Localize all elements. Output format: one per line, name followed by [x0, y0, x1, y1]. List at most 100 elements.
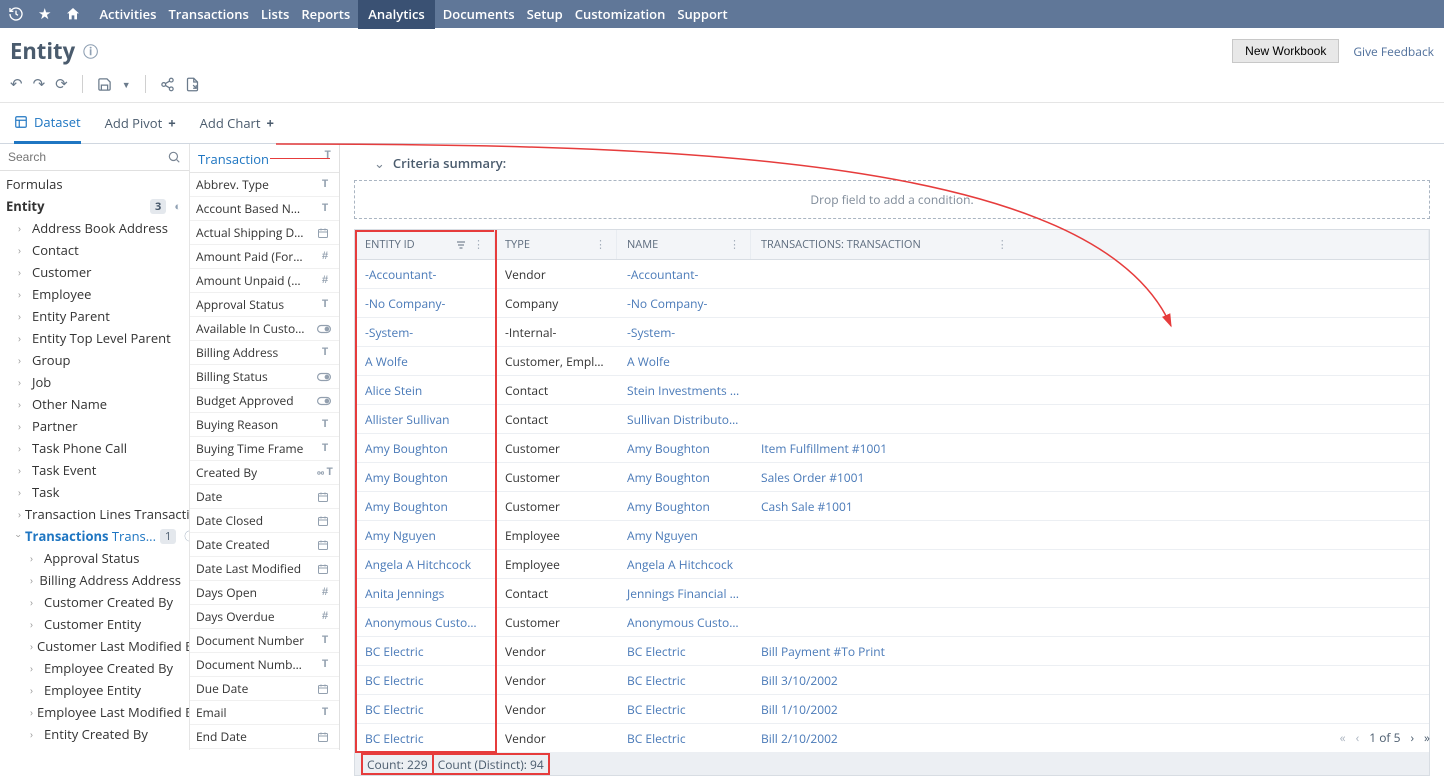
- cell-name[interactable]: Sullivan Distributors, Inc: [617, 411, 751, 428]
- grid-body[interactable]: -Accountant-Vendor-Accountant- -No Compan…: [355, 260, 1429, 753]
- export-icon[interactable]: [185, 77, 200, 92]
- cell-transaction[interactable]: Bill 2/10/2002: [751, 730, 1429, 747]
- give-feedback-link[interactable]: Give Feedback: [1353, 43, 1434, 60]
- column-header-type[interactable]: TYPE ⋮: [495, 230, 617, 259]
- cell-entity-id[interactable]: -No Company-: [355, 295, 495, 312]
- table-row[interactable]: BC ElectricVendorBC ElectricBill Payment…: [355, 637, 1429, 666]
- table-row[interactable]: Anonymous CustomerCustomerAnonymous Cust…: [355, 608, 1429, 637]
- page-next-icon[interactable]: ›: [1410, 729, 1414, 746]
- field-item[interactable]: Abbrev. TypeT: [190, 173, 339, 197]
- nav-support[interactable]: Support: [673, 0, 731, 29]
- refresh-icon[interactable]: ⟳: [55, 74, 68, 94]
- nav-reports[interactable]: Reports: [297, 0, 354, 29]
- tree-subitem[interactable]: ›Customer Entity: [0, 613, 189, 635]
- column-header-name[interactable]: NAME ⋮: [617, 230, 751, 259]
- field-item[interactable]: EmailT: [190, 701, 339, 725]
- tree-item[interactable]: ›Other Name: [0, 393, 189, 415]
- cell-name[interactable]: BC Electric: [617, 672, 751, 689]
- cell-name[interactable]: BC Electric: [617, 643, 751, 660]
- nav-documents[interactable]: Documents: [439, 0, 519, 29]
- column-header-entity-id[interactable]: ENTITY ID ⋮: [355, 230, 495, 259]
- field-item[interactable]: Created ByT: [190, 461, 339, 485]
- cell-transaction[interactable]: Bill Payment #To Print: [751, 643, 1429, 660]
- home-icon[interactable]: [65, 6, 81, 22]
- tree-item[interactable]: ›Contact: [0, 239, 189, 261]
- table-row[interactable]: Allister SullivanContactSullivan Distrib…: [355, 405, 1429, 434]
- cell-name[interactable]: Amy Boughton: [617, 469, 751, 486]
- tree-item[interactable]: ›Task Event: [0, 459, 189, 481]
- cell-name[interactable]: BC Electric: [617, 730, 751, 747]
- tree-item[interactable]: ›Employee: [0, 283, 189, 305]
- tree-item[interactable]: ›Transaction Lines Transacti...: [0, 503, 189, 525]
- cell-entity-id[interactable]: BC Electric: [355, 643, 495, 660]
- tree-subitem[interactable]: ›Billing Address Address: [0, 569, 189, 591]
- criteria-dropzone[interactable]: Drop field to add a condition.: [354, 180, 1430, 219]
- tab-add-chart[interactable]: Add Chart +: [200, 114, 274, 142]
- field-item[interactable]: Due Date: [190, 677, 339, 701]
- field-item[interactable]: Date: [190, 485, 339, 509]
- table-row[interactable]: Amy BoughtonCustomerAmy BoughtonItem Ful…: [355, 434, 1429, 463]
- table-row[interactable]: Angela A HitchcockEmployeeAngela A Hitch…: [355, 550, 1429, 579]
- column-menu-icon[interactable]: ⋮: [729, 237, 740, 252]
- cell-entity-id[interactable]: -System-: [355, 324, 495, 341]
- cell-transaction[interactable]: Bill 3/10/2002: [751, 672, 1429, 689]
- nav-customization[interactable]: Customization: [571, 0, 670, 29]
- tree-item[interactable]: ›Customer: [0, 261, 189, 283]
- cell-entity-id[interactable]: Anonymous Customer: [355, 614, 495, 631]
- table-row[interactable]: -Accountant-Vendor-Accountant-: [355, 260, 1429, 289]
- field-item[interactable]: Buying Time FrameT: [190, 437, 339, 461]
- cell-transaction[interactable]: Sales Order #1001: [751, 469, 1429, 486]
- field-item[interactable]: Budget Approved: [190, 389, 339, 413]
- cell-entity-id[interactable]: Alice Stein: [355, 382, 495, 399]
- cell-name[interactable]: Angela A Hitchcock: [617, 556, 751, 573]
- field-item[interactable]: Document Number/IDT: [190, 653, 339, 677]
- criteria-collapse-icon[interactable]: ⌄: [374, 154, 385, 172]
- cell-entity-id[interactable]: -Accountant-: [355, 266, 495, 283]
- table-row[interactable]: -System--Internal--System-: [355, 318, 1429, 347]
- cell-name[interactable]: Stein Investments : Alice: [617, 382, 751, 399]
- page-last-icon[interactable]: »: [1424, 729, 1430, 746]
- table-row[interactable]: A WolfeCustomer, EmployeeA Wolfe: [355, 347, 1429, 376]
- tree-item[interactable]: ›Job: [0, 371, 189, 393]
- tree-transactions[interactable]: ›Transactions Trans...1ⓘ: [0, 525, 189, 547]
- field-item[interactable]: Available In Custome...: [190, 317, 339, 341]
- cell-name[interactable]: -No Company-: [617, 295, 751, 312]
- cell-name[interactable]: BC Electric: [617, 701, 751, 718]
- nav-analytics[interactable]: Analytics: [358, 0, 435, 29]
- nav-transactions[interactable]: Transactions: [164, 0, 252, 29]
- tree-item[interactable]: ›Task: [0, 481, 189, 503]
- tree-subitem[interactable]: ›Approval Status: [0, 547, 189, 569]
- tree-subitem[interactable]: ›Employee Last Modified By: [0, 701, 189, 723]
- field-item[interactable]: Document NumberT: [190, 629, 339, 653]
- tree-item[interactable]: ›Task Phone Call: [0, 437, 189, 459]
- tree-item[interactable]: ›Address Book Address: [0, 217, 189, 239]
- cell-name[interactable]: Amy Nguyen: [617, 527, 751, 544]
- new-workbook-button[interactable]: New Workbook: [1232, 39, 1339, 63]
- cell-name[interactable]: A Wolfe: [617, 353, 751, 370]
- page-prev-icon[interactable]: ‹: [1356, 729, 1360, 746]
- field-item[interactable]: Actual Shipping Date: [190, 221, 339, 245]
- tree-subitem[interactable]: ›Entity Created By: [0, 723, 189, 745]
- cell-name[interactable]: -System-: [617, 324, 751, 341]
- undo-icon[interactable]: ↶: [10, 74, 23, 94]
- cell-entity-id[interactable]: Anita Jennings: [355, 585, 495, 602]
- share-icon[interactable]: [160, 77, 175, 92]
- cell-entity-id[interactable]: Amy Boughton: [355, 469, 495, 486]
- field-item[interactable]: Date Last Modified: [190, 557, 339, 581]
- cell-transaction[interactable]: Cash Sale #1001: [751, 498, 1429, 515]
- cell-name[interactable]: Anonymous Customer: [617, 614, 751, 631]
- tree-subitem[interactable]: ›Customer Created By: [0, 591, 189, 613]
- cell-entity-id[interactable]: Amy Boughton: [355, 440, 495, 457]
- table-row[interactable]: BC ElectricVendorBC ElectricBill 2/10/20…: [355, 724, 1429, 753]
- fields-header[interactable]: Transaction T: [190, 144, 339, 173]
- field-item[interactable]: Account Based Num...T: [190, 197, 339, 221]
- tree-item[interactable]: ›Entity Top Level Parent: [0, 327, 189, 349]
- tree-subitem[interactable]: ›Employee Entity: [0, 679, 189, 701]
- table-row[interactable]: BC ElectricVendorBC ElectricBill 1/10/20…: [355, 695, 1429, 724]
- field-item[interactable]: Days Open#: [190, 581, 339, 605]
- cell-entity-id[interactable]: Angela A Hitchcock: [355, 556, 495, 573]
- cell-entity-id[interactable]: Amy Nguyen: [355, 527, 495, 544]
- field-item[interactable]: End Date: [190, 725, 339, 749]
- cell-transaction[interactable]: Item Fulfillment #1001: [751, 440, 1429, 457]
- redo-icon[interactable]: ↷: [33, 74, 46, 94]
